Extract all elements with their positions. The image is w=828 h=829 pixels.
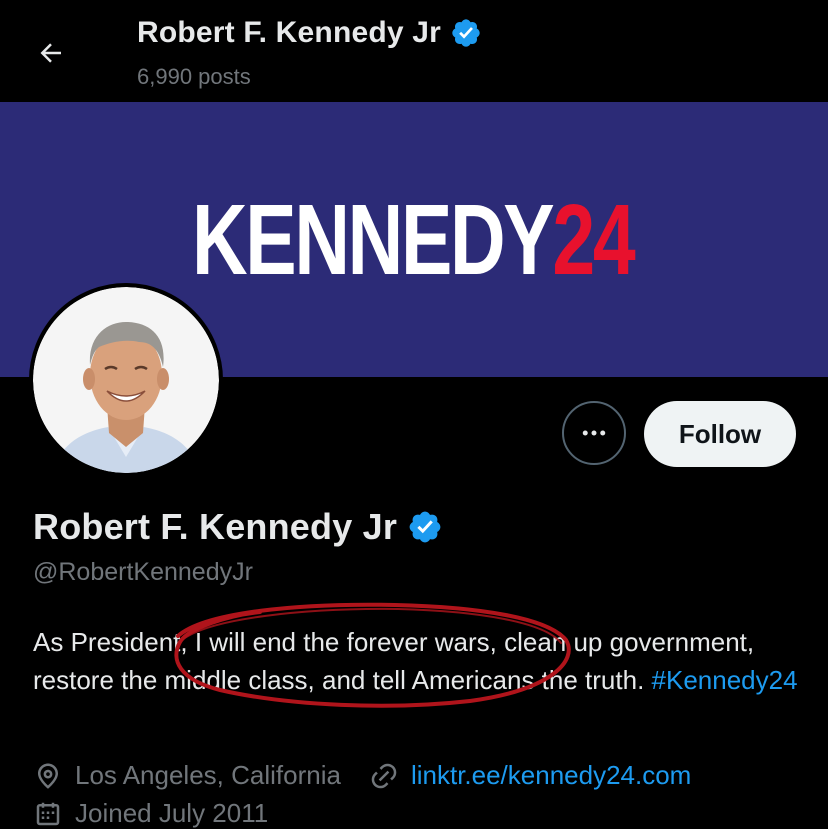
more-horizontal-icon — [582, 430, 606, 436]
posts-count: 6,990 posts — [137, 64, 251, 89]
location: Los Angeles, California — [33, 760, 341, 791]
joined-text: Joined July 2011 — [75, 798, 269, 828]
bio-text: As President, I will end the forever war… — [33, 627, 755, 695]
location-text: Los Angeles, California — [75, 760, 341, 790]
profile-photo — [33, 287, 219, 473]
header-title-row: Robert F. Kennedy Jr — [137, 16, 482, 50]
display-name-row: Robert F. Kennedy Jr — [33, 506, 443, 548]
follow-button[interactable]: Follow — [644, 401, 796, 467]
header-title: Robert F. Kennedy Jr — [137, 16, 442, 49]
top-bar: Robert F. Kennedy Jr 6,990 posts — [0, 0, 828, 102]
avatar[interactable] — [29, 283, 223, 477]
user-handle: @RobertKennedyJr — [33, 558, 253, 586]
verified-badge-icon — [452, 19, 480, 47]
calendar-icon — [36, 802, 60, 825]
profile-meta-row: Los Angeles, California linktr.ee/kenned… — [33, 760, 691, 791]
back-button[interactable] — [28, 30, 74, 76]
banner-text-main: KENNEDY — [192, 184, 555, 296]
banner-logo-text: KENNEDY24 — [192, 180, 636, 300]
website-link[interactable]: linktr.ee/kennedy24.com — [411, 760, 691, 791]
arrow-left-icon — [40, 43, 61, 63]
verified-badge-icon[interactable] — [407, 509, 443, 545]
banner-text-accent: 24 — [552, 184, 635, 296]
more-options-button[interactable] — [562, 401, 626, 465]
link-icon — [371, 763, 397, 788]
location-pin-icon — [38, 763, 58, 789]
website: linktr.ee/kennedy24.com — [369, 760, 691, 791]
joined-row: Joined July 2011 — [33, 798, 268, 829]
bio-hashtag-link[interactable]: #Kennedy24 — [652, 665, 798, 695]
profile-bio: As President, I will end the forever war… — [33, 623, 803, 699]
display-name: Robert F. Kennedy Jr — [33, 506, 398, 547]
